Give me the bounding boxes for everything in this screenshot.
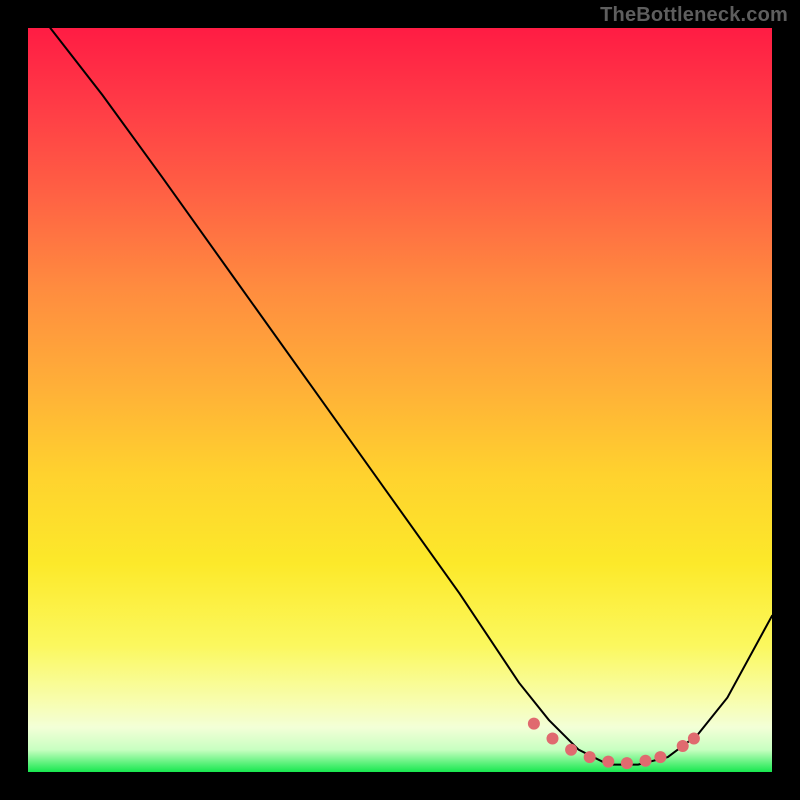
- marker-dot: [677, 740, 689, 752]
- curve-layer: [28, 28, 772, 772]
- plot-area: [28, 28, 772, 772]
- marker-dot: [640, 755, 652, 767]
- marker-dot: [528, 718, 540, 730]
- marker-dot: [584, 751, 596, 763]
- watermark-label: TheBottleneck.com: [600, 4, 788, 27]
- marker-dot: [688, 733, 700, 745]
- marker-dot: [565, 744, 577, 756]
- marker-dot: [621, 757, 633, 769]
- main-curve-path: [50, 28, 772, 765]
- marker-dot: [602, 756, 614, 768]
- chart-root: TheBottleneck.com: [0, 0, 800, 800]
- marker-dot: [547, 733, 559, 745]
- marker-dot: [654, 751, 666, 763]
